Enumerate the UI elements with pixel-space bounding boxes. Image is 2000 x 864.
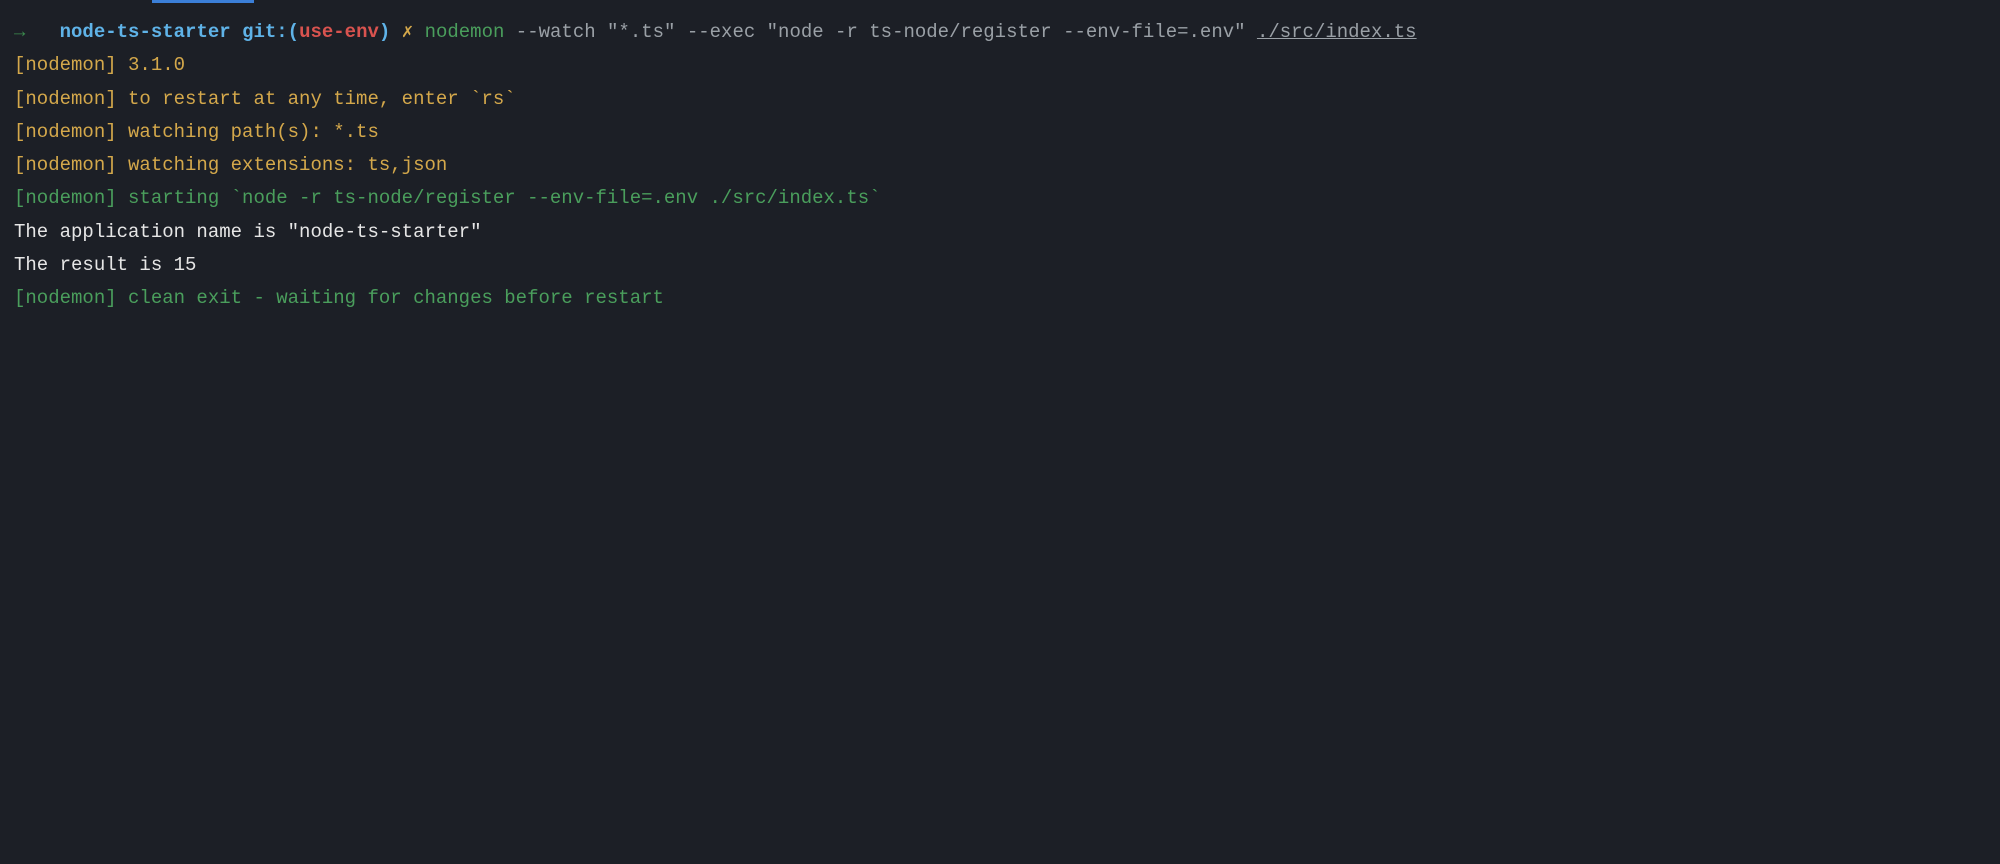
prompt-arrow: →	[14, 21, 25, 43]
prompt-git-paren-open: (	[288, 21, 299, 43]
nodemon-version-line: [nodemon] 3.1.0	[14, 49, 1986, 82]
prompt-git-paren-close: )	[379, 21, 390, 43]
tab-indicator	[152, 0, 254, 3]
prompt-git-branch: use-env	[299, 21, 379, 43]
command-file: ./src/index.ts	[1257, 21, 1417, 43]
nodemon-restart-hint: [nodemon] to restart at any time, enter …	[14, 83, 1986, 116]
prompt-git-label: git:	[242, 21, 288, 43]
command-nodemon: nodemon	[425, 21, 505, 43]
command-args: --watch "*.ts" --exec "node -r ts-node/r…	[504, 21, 1257, 43]
nodemon-watching-extensions: [nodemon] watching extensions: ts,json	[14, 149, 1986, 182]
prompt-directory: node-ts-starter	[60, 21, 231, 43]
prompt-dirty-indicator: ✗	[402, 21, 413, 43]
nodemon-watching-paths: [nodemon] watching path(s): *.ts	[14, 116, 1986, 149]
app-output-result: The result is 15	[14, 249, 1986, 282]
app-output-name: The application name is "node-ts-starter…	[14, 216, 1986, 249]
prompt-line[interactable]: → node-ts-starter git:(use-env) ✗ nodemo…	[14, 16, 1986, 49]
nodemon-starting: [nodemon] starting `node -r ts-node/regi…	[14, 182, 1986, 215]
nodemon-clean-exit: [nodemon] clean exit - waiting for chang…	[14, 282, 1986, 315]
